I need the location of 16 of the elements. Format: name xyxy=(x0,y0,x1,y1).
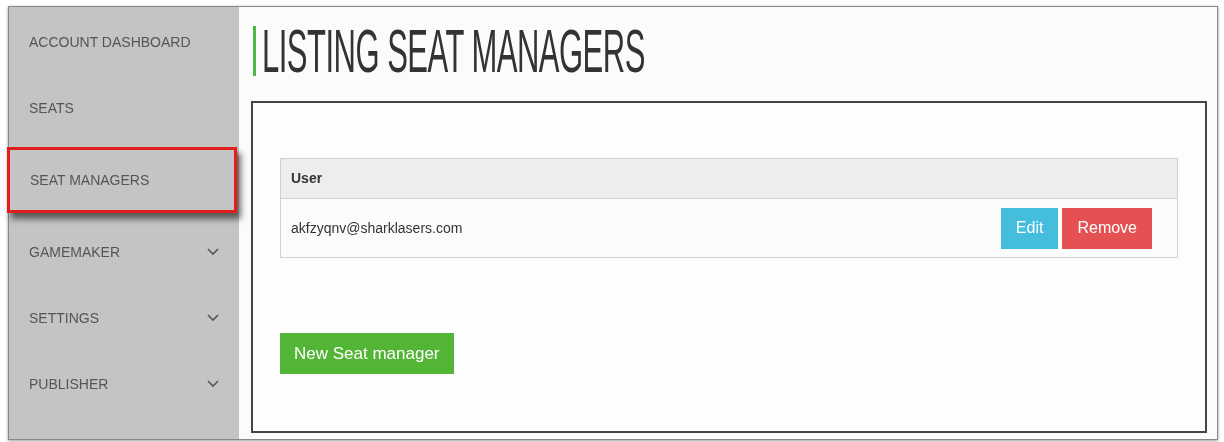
chevron-down-icon xyxy=(207,248,219,256)
new-seat-manager-button[interactable]: New Seat manager xyxy=(280,333,454,374)
remove-button[interactable]: Remove xyxy=(1062,207,1152,249)
chevron-down-icon xyxy=(207,314,219,322)
table-cell-text: akfzyqnv@sharklasers.com xyxy=(291,218,463,238)
column-header: User xyxy=(291,169,323,188)
sidebar-item[interactable]: SEATS xyxy=(9,75,239,141)
sidebar-item[interactable]: GAMEMAKER xyxy=(9,219,239,285)
sidebar-item[interactable]: PUBLISHER xyxy=(9,351,239,417)
edit-button[interactable]: Edit xyxy=(1000,207,1059,249)
title-accent-bar xyxy=(253,26,256,76)
sidebar-item[interactable]: SETTINGS xyxy=(9,285,239,351)
chevron-down-icon xyxy=(207,380,219,388)
page-title: LISTING SEAT MANAGERS xyxy=(262,20,645,82)
sidebar-item[interactable]: ACCOUNT DASHBOARD xyxy=(9,9,239,75)
sidebar-item[interactable]: SEAT MANAGERS xyxy=(7,147,237,213)
